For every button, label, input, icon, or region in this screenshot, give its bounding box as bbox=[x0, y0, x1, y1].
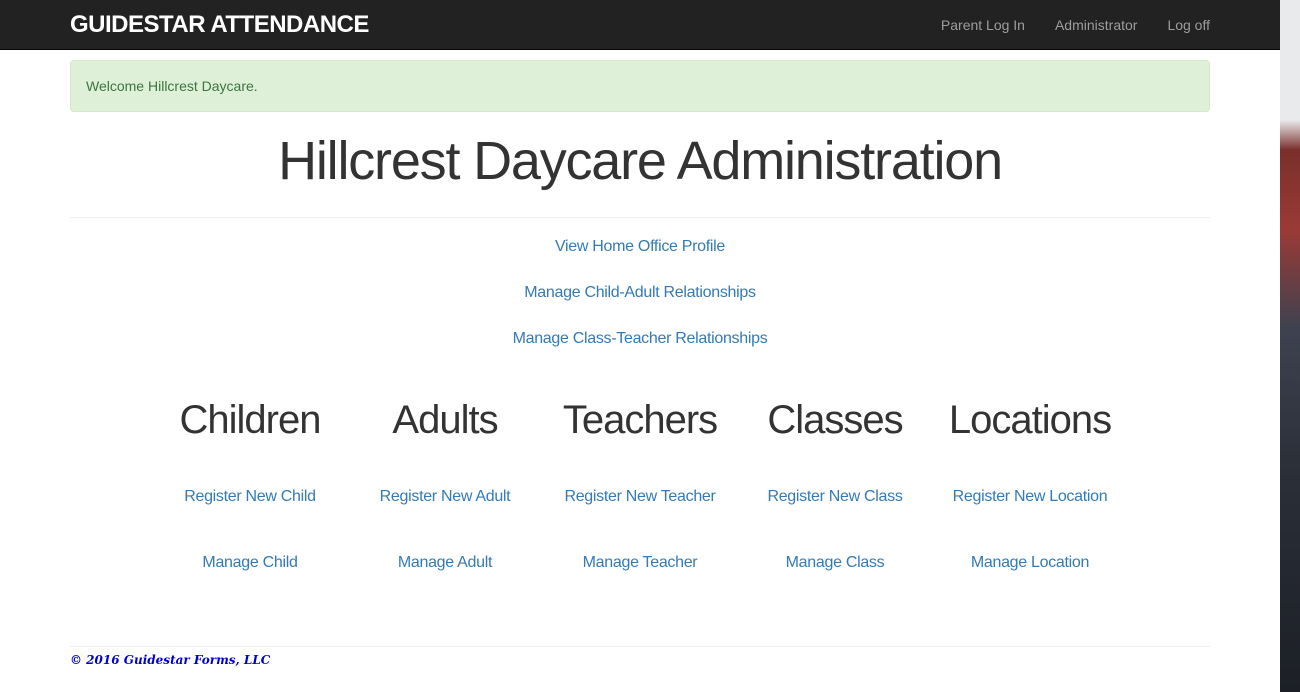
section-heading: Children bbox=[179, 398, 322, 442]
top-navbar: GUIDESTAR ATTENDANCE Parent Log In Admin… bbox=[0, 0, 1280, 50]
register-new-class-link[interactable]: Register New Class bbox=[740, 486, 930, 508]
page: GUIDESTAR ATTENDANCE Parent Log In Admin… bbox=[0, 0, 1280, 692]
divider bbox=[70, 217, 1210, 218]
view-home-office-profile-link[interactable]: View Home Office Profile bbox=[70, 236, 1210, 258]
register-new-location-link[interactable]: Register New Location bbox=[935, 486, 1125, 508]
manage-class-link[interactable]: Manage Class bbox=[740, 552, 930, 574]
section-heading: Locations bbox=[948, 398, 1112, 442]
admin-links: View Home Office Profile Manage Child-Ad… bbox=[70, 236, 1210, 374]
section-adults: Adults Register New Adult Manage Adult bbox=[350, 394, 540, 574]
register-new-adult-link[interactable]: Register New Adult bbox=[350, 486, 540, 508]
register-new-child-link[interactable]: Register New Child bbox=[155, 486, 345, 508]
welcome-alert: Welcome Hillcrest Daycare. bbox=[70, 60, 1210, 112]
desktop-background bbox=[1280, 0, 1300, 692]
nav-links: Parent Log In Administrator Log off bbox=[941, 16, 1210, 34]
page-title: Hillcrest Daycare Administration bbox=[278, 131, 1003, 191]
footer-divider bbox=[70, 646, 1210, 647]
manage-class-teacher-relationships-link[interactable]: Manage Class-Teacher Relationships bbox=[70, 328, 1210, 350]
nav-log-off-link[interactable]: Log off bbox=[1167, 16, 1210, 34]
manage-child-link[interactable]: Manage Child bbox=[155, 552, 345, 574]
manage-teacher-link[interactable]: Manage Teacher bbox=[545, 552, 735, 574]
nav-parent-log-in-link[interactable]: Parent Log In bbox=[941, 16, 1025, 34]
manage-location-link[interactable]: Manage Location bbox=[935, 552, 1125, 574]
section-heading: Classes bbox=[767, 398, 903, 442]
section-children: Children Register New Child Manage Child bbox=[155, 394, 345, 574]
footer-copyright: © 2016 Guidestar Forms, LLC bbox=[70, 653, 271, 667]
section-locations: Locations Register New Location Manage L… bbox=[935, 394, 1125, 574]
section-heading: Adults bbox=[392, 398, 498, 442]
section-teachers: Teachers Register New Teacher Manage Tea… bbox=[545, 394, 735, 574]
section-classes: Classes Register New Class Manage Class bbox=[740, 394, 930, 574]
register-new-teacher-link[interactable]: Register New Teacher bbox=[545, 486, 735, 508]
section-heading: Teachers bbox=[562, 398, 718, 442]
manage-adult-link[interactable]: Manage Adult bbox=[350, 552, 540, 574]
brand-logo[interactable]: GUIDESTAR ATTENDANCE bbox=[70, 11, 369, 39]
nav-administrator-link[interactable]: Administrator bbox=[1055, 16, 1137, 34]
manage-child-adult-relationships-link[interactable]: Manage Child-Adult Relationships bbox=[70, 282, 1210, 304]
